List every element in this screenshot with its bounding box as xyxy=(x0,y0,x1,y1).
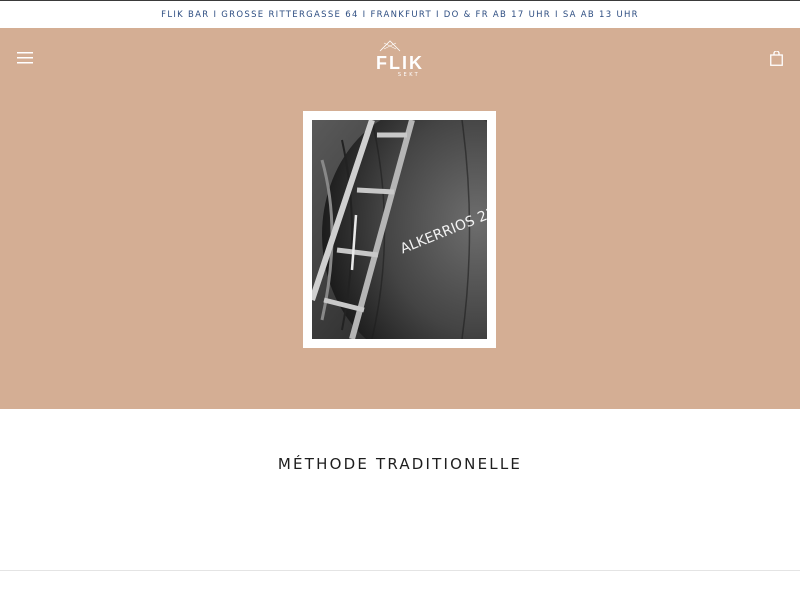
section-title: MÉTHODE TRADITIONELLE xyxy=(277,455,523,473)
site-header: FLIK SEKT xyxy=(0,28,800,88)
hamburger-menu-icon xyxy=(17,52,33,64)
hero-section: FLIK SEKT ALKERRIOS 21 xyxy=(0,28,800,409)
menu-button[interactable] xyxy=(14,49,36,67)
logo-mark-icon xyxy=(379,40,401,52)
logo-subtext: SEKT xyxy=(397,72,421,78)
cart-button[interactable] xyxy=(764,46,788,70)
site-logo[interactable]: FLIK SEKT xyxy=(370,39,430,81)
section-divider xyxy=(0,570,800,571)
logo-text: FLIK xyxy=(376,53,424,73)
announcement-text: FLIK BAR I GROSSE RITTERGASSE 64 I FRANK… xyxy=(161,9,639,20)
shopping-bag-icon xyxy=(769,50,783,66)
barrel-photo: ALKERRIOS 21 xyxy=(312,120,487,339)
barrel-illustration: ALKERRIOS 21 xyxy=(312,120,487,339)
announcement-bar: FLIK BAR I GROSSE RITTERGASSE 64 I FRANK… xyxy=(0,0,800,28)
hero-photo-frame: ALKERRIOS 21 xyxy=(303,111,496,348)
